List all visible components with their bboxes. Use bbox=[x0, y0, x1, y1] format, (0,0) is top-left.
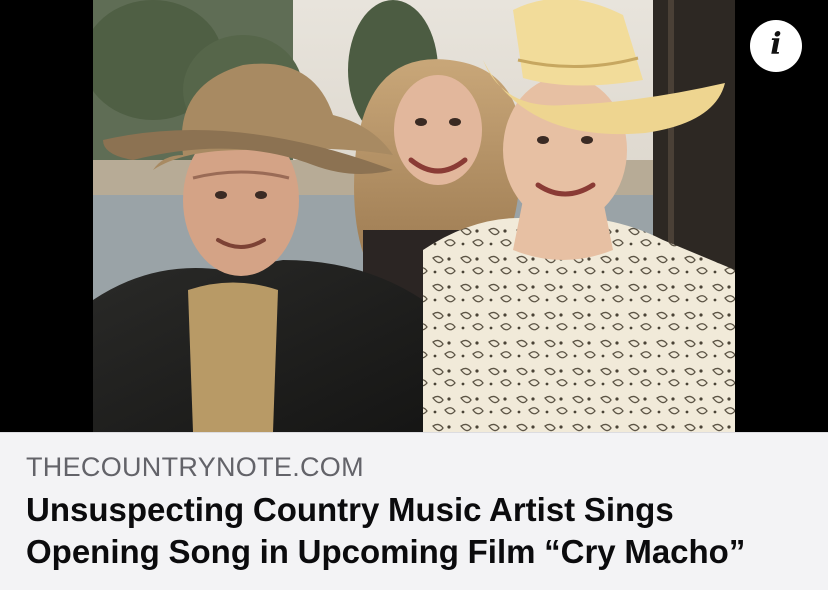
info-button[interactable]: i bbox=[750, 20, 802, 72]
link-preview-caption[interactable]: THECOUNTRYNOTE.COM Unsuspecting Country … bbox=[0, 432, 828, 590]
info-icon: i bbox=[770, 27, 782, 62]
article-headline: Unsuspecting Country Music Artist Sings … bbox=[26, 491, 746, 570]
group-photo-image bbox=[93, 0, 735, 432]
link-preview-card[interactable]: i THECOUNTRYNOTE.COM Unsuspecting Countr… bbox=[0, 0, 828, 590]
article-photo[interactable]: i bbox=[0, 0, 828, 432]
link-domain: THECOUNTRYNOTE.COM bbox=[26, 452, 364, 482]
